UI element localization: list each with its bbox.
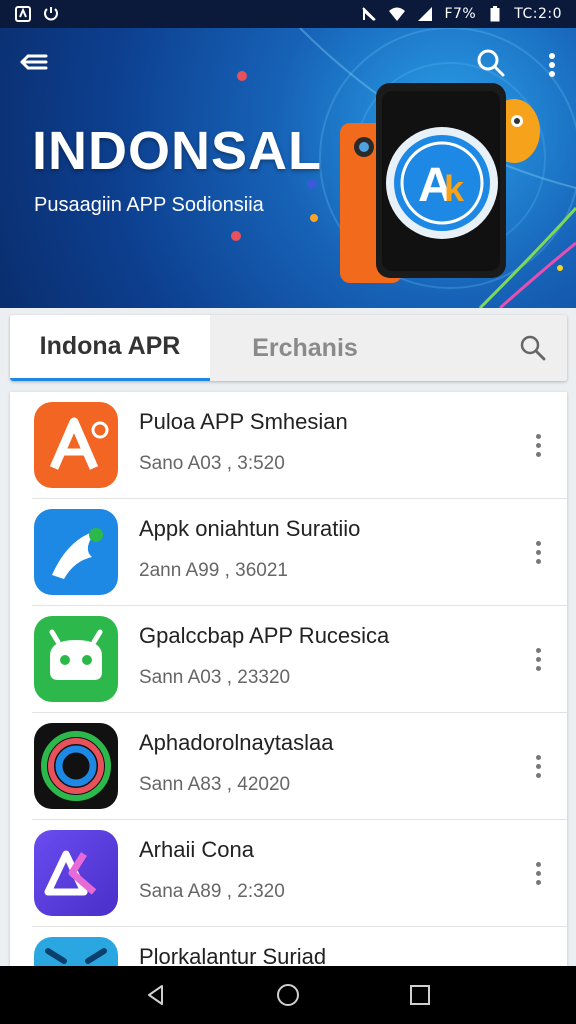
list-item[interactable]: Puloa APP Smhesian Sano A03 , 3:520 [10,392,567,499]
logo-accent: k [444,168,465,209]
search-icon [520,335,546,361]
tab-erchanis[interactable]: Erchanis [210,315,400,381]
app-name: Gpalccbap APP Rucesica [139,623,390,648]
sync-icon [42,5,60,23]
app-list: Puloa APP Smhesian Sano A03 , 3:520 Appk… [10,392,567,967]
tab-bar: Indona APR Erchanis [10,315,567,381]
app-name: Puloa APP Smhesian [139,409,348,434]
system-nav-bar [0,966,576,1024]
battery-icon [486,5,504,23]
list-item[interactable]: Gpalccbap APP Rucesica Sann A03 , 23320 [10,606,567,713]
status-bar: F7% TC:2:0 [0,0,576,28]
green-android-app-icon [34,616,118,702]
banner-subtitle: Pusaagiin APP Sodionsiia [34,194,264,216]
back-arrow-icon [20,54,48,70]
back-button[interactable] [18,48,54,80]
app-meta: Sann A83 , 42020 [139,774,291,795]
tab-spacer [400,315,499,381]
notification-icon [14,5,32,23]
clock: TC:2:0 [514,6,562,22]
nav-recents-button[interactable] [400,975,440,1015]
circle-home-icon [277,984,299,1006]
app-name: Appk oniahtun Suratiio [139,516,361,541]
nav-home-button[interactable] [268,975,308,1015]
banner-title: INDONSAL [32,121,322,181]
item-more-button[interactable] [526,428,550,462]
blue-swirl-app-icon [34,509,118,595]
phone-illustration: A k [340,83,540,283]
list-item[interactable]: Arhaii Cona Sana A89 , 2:320 [10,820,567,927]
battery-percent: F7% [444,6,477,22]
status-left [14,5,60,23]
list-item[interactable]: Plorkalantur Suriad [10,927,567,967]
triangle-back-icon [148,985,163,1005]
item-more-button[interactable] [526,642,550,676]
orange-a-app-icon [34,402,118,488]
tab-search-button[interactable] [499,315,567,381]
item-more-button[interactable] [526,856,550,890]
status-right: F7% TC:2:0 [360,5,562,23]
list-item[interactable]: Aphadorolnaytaslaa Sann A83 , 42020 [10,713,567,820]
nav-back-button[interactable] [136,975,176,1015]
app-meta: Sann A03 , 23320 [139,667,291,688]
signal-icon [416,5,434,23]
app-name: Plorkalantur Suriad [139,944,327,967]
app-meta: Sana A89 , 2:320 [139,881,285,902]
tab-indona-apr[interactable]: Indona APR [10,315,210,381]
black-rings-app-icon [34,723,118,809]
teal-app-icon [34,937,118,967]
hero-banner: INDONSAL Pusaagiin APP Sodionsiia A k [0,28,576,308]
list-item[interactable]: Appk oniahtun Suratiio 2ann A99 , 36021 [10,499,567,606]
app-name: Aphadorolnaytaslaa [139,730,334,755]
app-meta: Sano A03 , 3:520 [139,453,285,474]
app-meta: 2ann A99 , 36021 [139,560,288,581]
item-more-button[interactable] [526,535,550,569]
item-more-button[interactable] [526,749,550,783]
app-name: Arhaii Cona [139,837,254,862]
square-recents-icon [410,985,430,1005]
no-signal-icon [360,5,378,23]
wifi-icon [388,5,406,23]
purple-ak-app-icon [34,830,118,916]
